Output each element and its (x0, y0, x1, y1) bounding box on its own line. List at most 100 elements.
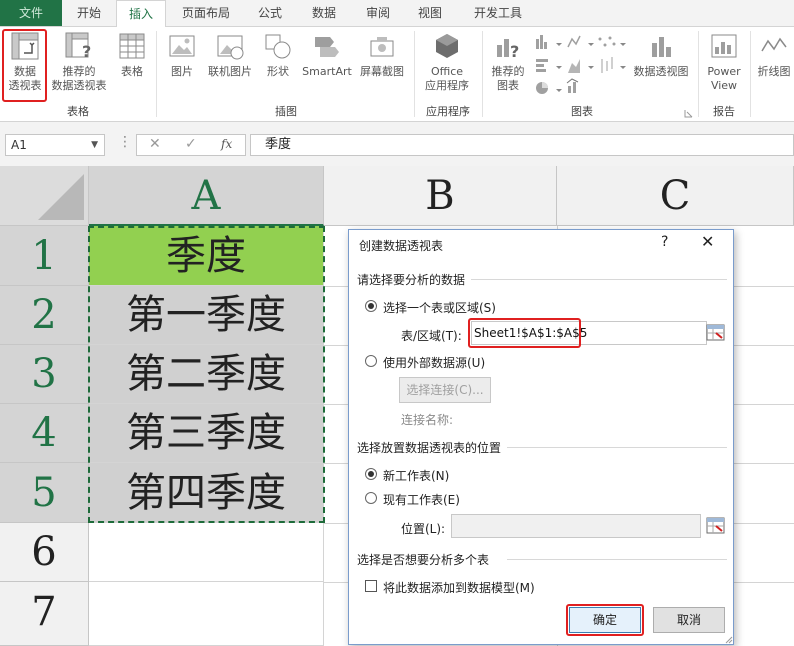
smartart-button[interactable]: SmartArt (298, 31, 356, 79)
tab-data[interactable]: 数据 (302, 0, 346, 26)
formula-input[interactable]: 季度 (250, 134, 794, 156)
name-box[interactable]: A1 ▼ (5, 134, 105, 156)
ribbon-separator (482, 31, 483, 117)
option-existing-sheet-label[interactable]: 现有工作表(E) (383, 491, 460, 508)
row-header-2[interactable]: 2 (0, 286, 89, 345)
cancel-button[interactable]: 取消 (653, 607, 725, 633)
resize-grip-icon[interactable] (723, 634, 733, 644)
svg-text:?: ? (510, 42, 519, 61)
office-apps-icon (436, 34, 458, 58)
chevron-down-icon[interactable]: ▼ (91, 135, 98, 155)
option-select-range-label[interactable]: 选择一个表或区域(S) (383, 299, 496, 316)
tab-review[interactable]: 审阅 (356, 0, 400, 26)
tab-page-layout[interactable]: 页面布局 (170, 0, 242, 26)
option-new-sheet-label[interactable]: 新工作表(N) (383, 467, 449, 484)
radio-existing-sheet[interactable] (365, 492, 377, 504)
close-icon[interactable]: ✕ (701, 232, 714, 251)
power-view-label-1: Power (707, 65, 741, 78)
sparkline-label: 折线图 (757, 65, 791, 78)
group-label-illustrations: 插图 (275, 105, 297, 118)
column-header-b[interactable]: B (324, 166, 557, 226)
cancel-icon[interactable]: ✕ (149, 136, 161, 152)
location-input[interactable] (451, 514, 701, 538)
row-header-4[interactable]: 4 (0, 404, 89, 463)
row-header-6[interactable]: 6 (0, 523, 89, 582)
online-pictures-label: 联机图片 (208, 65, 252, 78)
pictures-label: 图片 (171, 65, 193, 78)
recommended-charts-button[interactable]: ? 推荐的 图表 (486, 31, 530, 93)
insert-function-icon[interactable]: fx (221, 137, 232, 151)
scatter-chart-icon (598, 36, 616, 47)
dialog-title: 创建数据透视表 (359, 239, 444, 253)
add-to-model-label[interactable]: 将此数据添加到数据模型(M) (383, 579, 535, 596)
pivot-chart-button[interactable]: 数据透视图 (628, 31, 694, 79)
column-header-a[interactable]: A (89, 166, 324, 226)
smartart-label: SmartArt (302, 65, 352, 78)
tab-view[interactable]: 视图 (408, 0, 452, 26)
radio-external-source[interactable] (365, 355, 377, 367)
radio-new-sheet[interactable] (365, 468, 377, 480)
table-button[interactable]: 表格 (112, 31, 152, 79)
chart-type-gallery[interactable] (534, 33, 626, 97)
add-to-model-checkbox[interactable] (365, 580, 377, 592)
row-header-3[interactable]: 3 (0, 345, 89, 404)
location-picker-icon[interactable] (706, 516, 726, 536)
power-view-label-2: View (710, 79, 738, 92)
tab-file[interactable]: 文件 (0, 0, 62, 26)
pivot-table-highlight (2, 29, 47, 102)
office-apps-label-2: 应用程序 (425, 79, 469, 92)
recommended-charts-icon: ? (497, 39, 519, 61)
help-icon[interactable]: ? (661, 234, 668, 250)
dropdown-arrows-icon (556, 43, 626, 92)
section-choose-data: 请选择要分析的数据 (357, 273, 466, 287)
charts-dialog-launcher-icon[interactable] (684, 109, 693, 118)
recommended-pivot-label-2: 数据透视表 (51, 79, 107, 92)
area-chart-icon (568, 59, 580, 73)
tab-formulas[interactable]: 公式 (248, 0, 292, 26)
more-options-icon: ⋮ (118, 134, 132, 150)
select-all-corner[interactable] (0, 166, 89, 226)
smartart-icon (315, 37, 339, 57)
screenshot-icon (370, 37, 394, 57)
bar-chart-icon (536, 59, 548, 72)
ribbon: 数据 透视表 ? 推荐的 数据透视表 表格 表格 图片 联机图片 形状 Smar… (0, 26, 794, 122)
ok-highlight (566, 604, 644, 636)
screenshot-label: 屏幕截图 (360, 65, 404, 78)
radio-select-range[interactable] (365, 300, 377, 312)
row-header-1[interactable]: 1 (0, 226, 89, 286)
table-label: 表格 (121, 65, 143, 78)
row-header-7[interactable]: 7 (0, 582, 89, 646)
cell-a6[interactable] (89, 523, 324, 582)
section-divider (471, 279, 727, 280)
recommended-pivot-icon: ? (65, 32, 91, 61)
choose-connection-button[interactable]: 选择连接(C)... (399, 377, 491, 403)
pictures-button[interactable]: 图片 (164, 31, 200, 79)
stock-chart-icon (601, 57, 613, 73)
screenshot-button[interactable]: 屏幕截图 (356, 31, 408, 79)
select-all-triangle-icon (38, 174, 84, 220)
tab-insert[interactable]: 插入 (116, 0, 166, 27)
tab-home[interactable]: 开始 (66, 0, 112, 26)
shapes-button[interactable]: 形状 (260, 31, 296, 79)
power-view-button[interactable]: Power View (702, 31, 746, 93)
ribbon-tab-bar: 文件 开始 插入 页面布局 公式 数据 审阅 视图 开发工具 (0, 0, 794, 27)
column-header-c[interactable]: C (557, 166, 794, 226)
option-external-label[interactable]: 使用外部数据源(U) (383, 354, 485, 371)
formula-bar: A1 ▼ ⋮ ✕ ✓ fx 季度 (0, 122, 794, 166)
online-pictures-button[interactable]: 联机图片 (204, 31, 256, 79)
recommended-pivot-button[interactable]: ? 推荐的 数据透视表 (48, 31, 110, 93)
sparkline-line-button[interactable]: 折线图 (754, 31, 794, 79)
office-apps-button[interactable]: Office 应用程序 (418, 31, 476, 93)
svg-text:?: ? (82, 42, 91, 61)
range-picker-icon[interactable] (706, 323, 726, 343)
cell-a7[interactable] (89, 582, 324, 646)
shapes-label: 形状 (267, 65, 289, 78)
ribbon-separator (698, 31, 699, 117)
enter-icon[interactable]: ✓ (185, 136, 197, 152)
group-label-apps: 应用程序 (426, 105, 470, 118)
tab-developer[interactable]: 开发工具 (462, 0, 534, 26)
location-label: 位置(L): (401, 522, 446, 536)
column-chart-icon (536, 35, 547, 49)
create-pivot-table-dialog: 创建数据透视表 ? ✕ 请选择要分析的数据 选择一个表或区域(S) 表/区域(T… (348, 229, 734, 645)
row-header-5[interactable]: 5 (0, 463, 89, 523)
